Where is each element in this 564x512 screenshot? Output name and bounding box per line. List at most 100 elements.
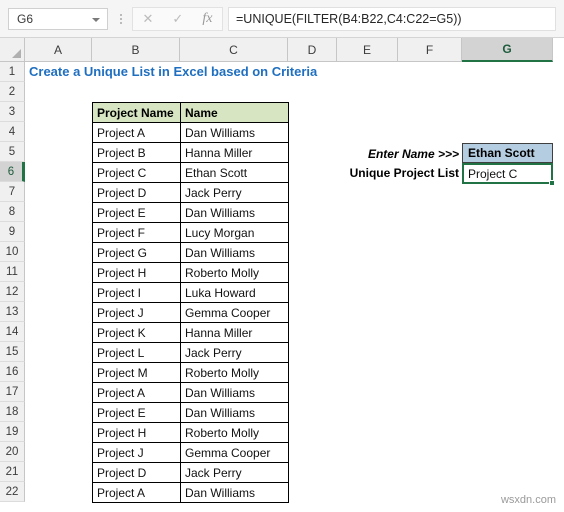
cell-project-name[interactable]: Project H bbox=[92, 422, 181, 443]
row-header-6[interactable]: 6 bbox=[0, 162, 25, 182]
cell-project-name[interactable]: Project A bbox=[92, 482, 181, 503]
cell-name[interactable]: Jack Perry bbox=[180, 182, 289, 203]
cell-name[interactable]: Dan Williams bbox=[180, 122, 289, 143]
row-header-3[interactable]: 3 bbox=[0, 102, 25, 122]
row-header-13[interactable]: 13 bbox=[0, 302, 25, 322]
row-header-14[interactable]: 14 bbox=[0, 322, 25, 342]
cell-project-name[interactable]: Project A bbox=[92, 122, 181, 143]
cell-project-name[interactable]: Project I bbox=[92, 282, 181, 303]
formula-input[interactable]: =UNIQUE(FILTER(B4:B22,C4:C22=G5)) bbox=[228, 6, 556, 31]
cell-project-name[interactable]: Project D bbox=[92, 182, 181, 203]
cell-project-name[interactable]: Project B bbox=[92, 142, 181, 163]
cell-name[interactable]: Hanna Miller bbox=[180, 322, 289, 343]
cell-project-name[interactable]: Project C bbox=[92, 162, 181, 183]
row-header-18[interactable]: 18 bbox=[0, 402, 25, 422]
cell-name[interactable]: Roberto Molly bbox=[180, 362, 289, 383]
row-header-17[interactable]: 17 bbox=[0, 382, 25, 402]
table-row: Project L Jack Perry bbox=[92, 342, 289, 363]
cell-name[interactable]: Dan Williams bbox=[180, 402, 289, 423]
row-header-8[interactable]: 8 bbox=[0, 202, 25, 222]
row-header-22[interactable]: 22 bbox=[0, 482, 25, 502]
cell-name[interactable]: Gemma Cooper bbox=[180, 442, 289, 463]
cell-project-name[interactable]: Project D bbox=[92, 462, 181, 483]
cell-name[interactable]: Lucy Morgan bbox=[180, 222, 289, 243]
cell-project-name[interactable]: Project K bbox=[92, 322, 181, 343]
cell-project-name[interactable]: Project F bbox=[92, 222, 181, 243]
cell-project-name[interactable]: Project J bbox=[92, 302, 181, 323]
chevron-down-icon[interactable] bbox=[92, 17, 100, 22]
cell-project-name[interactable]: Project A bbox=[92, 382, 181, 403]
select-all-corner[interactable] bbox=[0, 38, 25, 62]
cell-name[interactable]: Ethan Scott bbox=[180, 162, 289, 183]
cell-name[interactable]: Luka Howard bbox=[180, 282, 289, 303]
cell-name[interactable]: Roberto Molly bbox=[180, 262, 289, 283]
cell-name[interactable]: Jack Perry bbox=[180, 462, 289, 483]
column-header-d[interactable]: D bbox=[288, 38, 337, 62]
criteria-input-cell[interactable]: Ethan Scott bbox=[462, 143, 553, 163]
column-header-name: Name bbox=[180, 102, 289, 123]
cell-project-name[interactable]: Project J bbox=[92, 442, 181, 463]
row-header-label: 9 bbox=[8, 225, 16, 238]
column-header-a[interactable]: A bbox=[25, 38, 92, 62]
check-icon[interactable]: ✓ bbox=[172, 12, 183, 25]
name-box[interactable]: G6 bbox=[8, 7, 108, 30]
row-header-label: 5 bbox=[8, 145, 16, 158]
row-header-2[interactable]: 2 bbox=[0, 82, 25, 102]
table-row: Project C Ethan Scott bbox=[92, 162, 289, 183]
table-row: Project A Dan Williams bbox=[92, 482, 289, 503]
cell-project-name[interactable]: Project G bbox=[92, 242, 181, 263]
cell-project-name[interactable]: Project H bbox=[92, 262, 181, 283]
row-header-7[interactable]: 7 bbox=[0, 182, 25, 202]
row-header-5[interactable]: 5 bbox=[0, 142, 25, 162]
enter-name-label: Enter Name >>> bbox=[367, 147, 459, 161]
cell-project-name[interactable]: Project L bbox=[92, 342, 181, 363]
column-header-g[interactable]: G bbox=[462, 38, 553, 62]
row-header-label: 8 bbox=[8, 205, 16, 218]
row-header-12[interactable]: 12 bbox=[0, 282, 25, 302]
table-header-row: Project Name Name bbox=[92, 102, 289, 123]
fill-handle[interactable] bbox=[549, 180, 555, 186]
cell-project-name[interactable]: Project E bbox=[92, 402, 181, 423]
cell-name[interactable]: Roberto Molly bbox=[180, 422, 289, 443]
row-header-19[interactable]: 19 bbox=[0, 422, 25, 442]
cell-name[interactable]: Gemma Cooper bbox=[180, 302, 289, 323]
cell-name[interactable]: Hanna Miller bbox=[180, 142, 289, 163]
row-header-label: 11 bbox=[6, 265, 18, 278]
row-header-16[interactable]: 16 bbox=[0, 362, 25, 382]
row-header-label: 14 bbox=[5, 325, 19, 338]
table-row: Project D Jack Perry bbox=[92, 462, 289, 483]
row-header-10[interactable]: 10 bbox=[0, 242, 25, 262]
selected-result-value: Project C bbox=[468, 166, 518, 181]
column-header-e[interactable]: E bbox=[337, 38, 398, 62]
column-header-c[interactable]: C bbox=[180, 38, 288, 62]
row-header-15[interactable]: 15 bbox=[0, 342, 25, 362]
row-header-label: 1 bbox=[8, 65, 16, 78]
table-row: Project I Luka Howard bbox=[92, 282, 289, 303]
cell-name[interactable]: Dan Williams bbox=[180, 242, 289, 263]
row-header-1[interactable]: 1 bbox=[0, 62, 25, 82]
cell-name[interactable]: Jack Perry bbox=[180, 342, 289, 363]
fx-icon[interactable]: fx bbox=[202, 11, 212, 26]
unique-project-list-label: Unique Project List bbox=[349, 166, 459, 180]
table-row: Project H Roberto Molly bbox=[92, 262, 289, 283]
formula-bar-divider bbox=[114, 8, 128, 30]
row-header-11[interactable]: 11 bbox=[0, 262, 25, 282]
cell-project-name[interactable]: Project E bbox=[92, 202, 181, 223]
table-row: Project F Lucy Morgan bbox=[92, 222, 289, 243]
row-header-label: 17 bbox=[5, 385, 19, 398]
excel-window: G6 ✕ ✓ fx =UNIQUE(FILTER(B4:B22,C4:C22=G… bbox=[0, 0, 564, 512]
column-header-b[interactable]: B bbox=[92, 38, 180, 62]
close-icon[interactable]: ✕ bbox=[143, 12, 154, 25]
cell-project-name[interactable]: Project M bbox=[92, 362, 181, 383]
column-header-f[interactable]: F bbox=[398, 38, 462, 62]
row-header-9[interactable]: 9 bbox=[0, 222, 25, 242]
cell-name[interactable]: Dan Williams bbox=[180, 202, 289, 223]
row-header-label: 6 bbox=[7, 165, 15, 178]
row-header-4[interactable]: 4 bbox=[0, 122, 25, 142]
cell-name[interactable]: Dan Williams bbox=[180, 382, 289, 403]
cell-name[interactable]: Dan Williams bbox=[180, 482, 289, 503]
row-header-20[interactable]: 20 bbox=[0, 442, 25, 462]
row-header-21[interactable]: 21 bbox=[0, 462, 25, 482]
selected-result-cell[interactable]: Project C bbox=[462, 163, 555, 186]
table-row: Project J Gemma Cooper bbox=[92, 302, 289, 323]
